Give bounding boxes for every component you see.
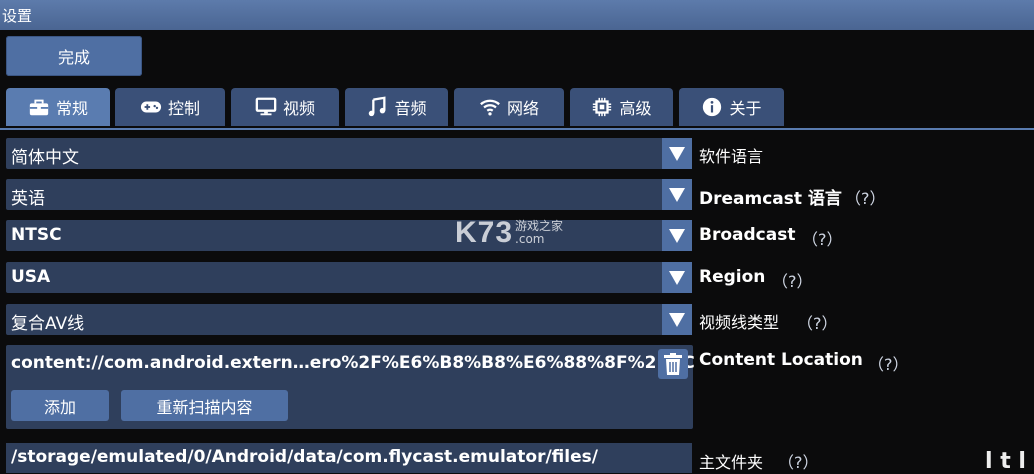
add-button[interactable]: 添加 — [11, 390, 109, 421]
settings-tabbar: 常规 控制 视频 音频 网络 高级 关于 — [0, 88, 1034, 130]
music-note-icon — [369, 96, 386, 117]
toolbox-icon — [29, 99, 49, 116]
tab-about[interactable]: 关于 — [679, 88, 784, 126]
tab-general[interactable]: 常规 — [6, 88, 110, 126]
help-icon[interactable]: （?） — [845, 185, 886, 209]
info-icon — [703, 97, 722, 117]
watermark-brand: K73 — [455, 216, 514, 249]
dropdown-arrow-icon — [662, 304, 692, 335]
tab-network[interactable]: 网络 — [454, 88, 564, 126]
tab-label: 视频 — [282, 99, 315, 118]
setting-label: Content Location — [699, 350, 863, 370]
window-titlebar: 设置 — [0, 0, 1034, 30]
setting-label: 视频线类型 — [699, 313, 780, 332]
cable-type-combo[interactable]: 复合AV线 — [6, 304, 692, 335]
home-folder-path: /storage/emulated/0/Android/data/com.fly… — [11, 447, 598, 467]
watermark-domain: .com — [515, 232, 545, 246]
setting-label: Region — [699, 267, 766, 287]
tab-video[interactable]: 视频 — [231, 88, 339, 126]
rescan-content-button[interactable]: 重新扫描内容 — [121, 390, 288, 421]
content-location-path: content://com.android.extern…ero%2F%E6%B… — [11, 353, 695, 373]
trash-icon — [664, 353, 682, 375]
help-icon[interactable]: （?） — [772, 268, 813, 292]
monitor-icon — [255, 97, 277, 116]
wifi-icon — [480, 99, 500, 116]
tab-audio[interactable]: 音频 — [345, 88, 448, 126]
broadcast-combo[interactable]: NTSC — [6, 220, 692, 251]
content-location-panel: content://com.android.extern…ero%2F%E6%B… — [6, 345, 695, 429]
done-button[interactable]: 完成 — [6, 36, 142, 76]
dropdown-arrow-icon — [662, 138, 692, 169]
combo-value: NTSC — [11, 225, 62, 245]
tab-advanced[interactable]: 高级 — [570, 88, 673, 126]
tab-controls[interactable]: 控制 — [115, 88, 225, 126]
combo-value: USA — [11, 267, 51, 287]
tab-label: 关于 — [729, 99, 762, 118]
dropdown-arrow-icon — [662, 262, 692, 293]
tab-label: 高级 — [619, 99, 652, 118]
combo-value: 简体中文 — [11, 148, 79, 168]
dreamcast-language-combo[interactable]: 英语 — [6, 179, 692, 210]
combo-value: 复合AV线 — [11, 314, 85, 334]
help-icon[interactable]: （?） — [797, 310, 838, 334]
setting-label: Broadcast — [699, 225, 796, 245]
region-combo[interactable]: USA — [6, 262, 692, 293]
help-icon[interactable]: （?） — [778, 449, 819, 473]
dropdown-arrow-icon — [662, 220, 692, 251]
corner-text: l t l — [985, 449, 1026, 474]
setting-label: 软件语言 — [699, 147, 764, 166]
watermark-logo: K73 游戏之家 .com — [455, 216, 563, 250]
gamepad-icon — [140, 101, 162, 113]
tab-label: 常规 — [55, 99, 88, 118]
help-icon[interactable]: （?） — [868, 351, 909, 375]
window-title: 设置 — [2, 7, 33, 25]
combo-value: 英语 — [11, 189, 45, 209]
chip-icon — [593, 97, 612, 117]
software-language-combo[interactable]: 简体中文 — [6, 138, 692, 169]
delete-button[interactable] — [658, 349, 688, 379]
dropdown-arrow-icon — [662, 179, 692, 210]
setting-label: 主文件夹 — [699, 453, 764, 472]
setting-label: Dreamcast 语言 — [699, 189, 842, 209]
help-icon[interactable]: （?） — [802, 226, 843, 250]
tab-label: 控制 — [167, 99, 200, 118]
tab-label: 音频 — [394, 99, 427, 118]
home-folder-field[interactable]: /storage/emulated/0/Android/data/com.fly… — [6, 443, 692, 473]
tab-label: 网络 — [506, 99, 539, 118]
